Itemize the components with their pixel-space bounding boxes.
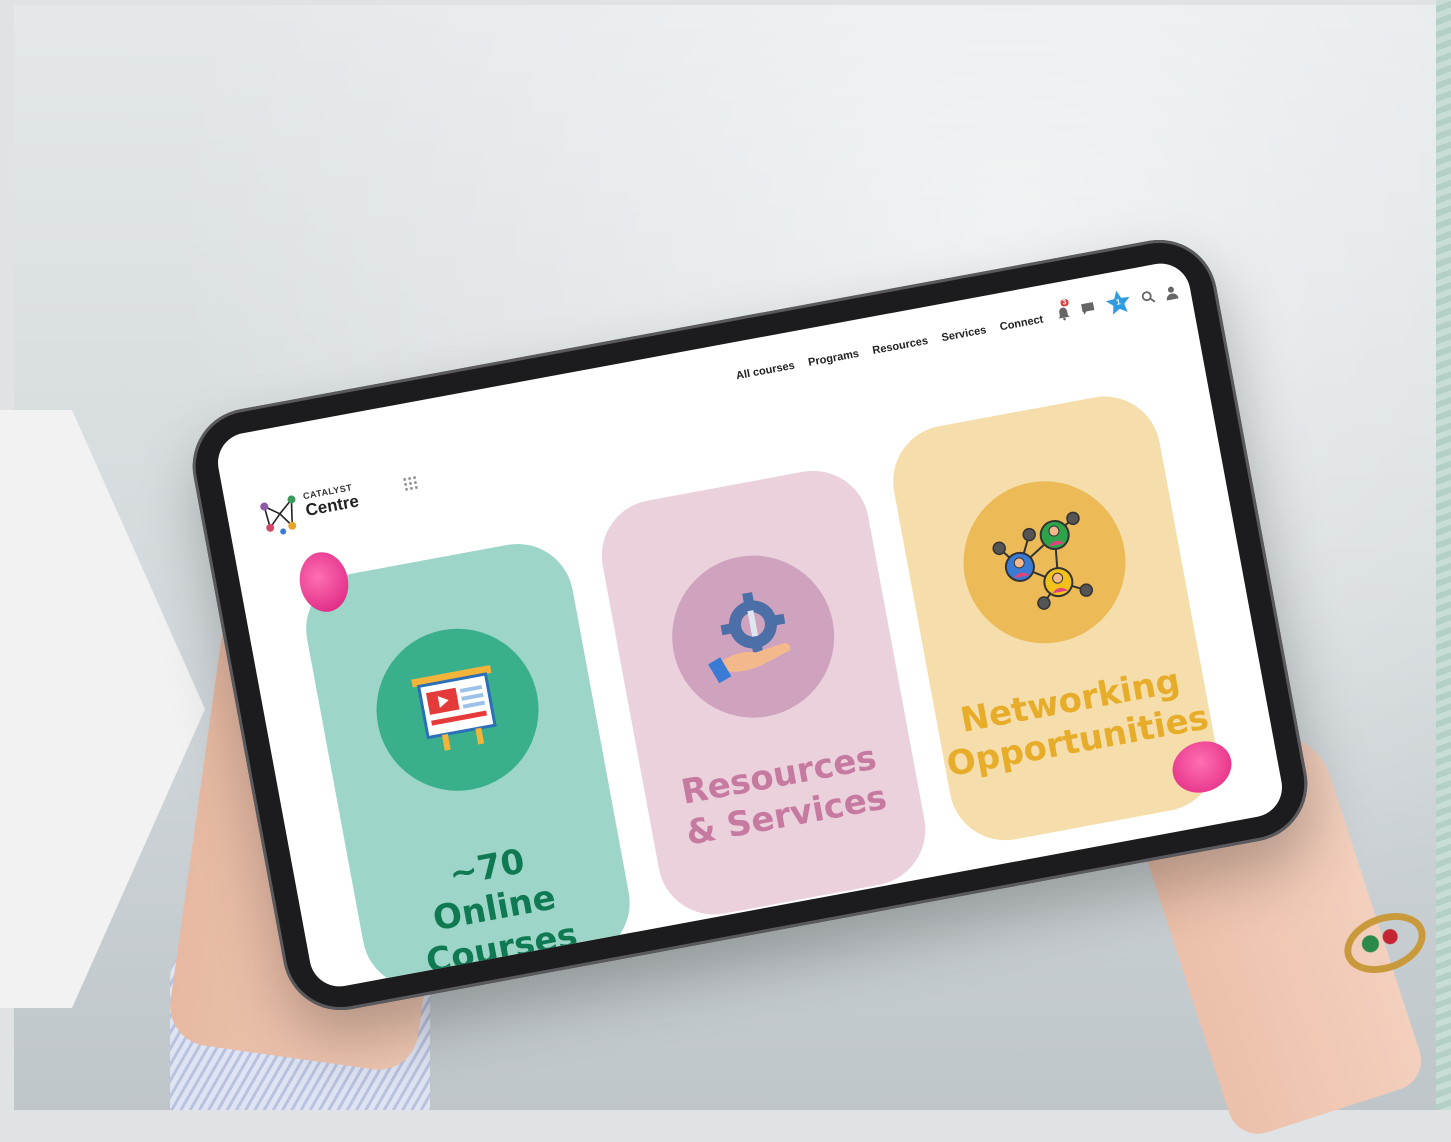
nav-all-courses[interactable]: All courses [735, 360, 796, 383]
catalyst-logo[interactable]: CATALYST Centre [254, 473, 390, 540]
decorative-strip [1436, 0, 1451, 1110]
card-title: Resources & Services [675, 737, 890, 854]
nav-programs[interactable]: Programs [807, 348, 860, 369]
bell-icon [1058, 307, 1070, 321]
search-icon[interactable] [1140, 289, 1156, 305]
nav-services[interactable]: Services [941, 324, 988, 344]
presentation-board-icon [411, 665, 497, 751]
card-icon-circle [658, 542, 848, 732]
main-nav: All courses Programs Resources Services … [735, 314, 1044, 383]
header-icons: 3 1 [1054, 279, 1181, 327]
card-online-courses[interactable]: ~70 Online Courses [296, 534, 639, 992]
apps-grid-icon[interactable] [401, 474, 420, 493]
achievements-button[interactable]: 1 [1103, 287, 1133, 317]
gear-wrench-hand-icon [708, 592, 791, 684]
card-resources-services[interactable]: Resources & Services [592, 461, 935, 924]
chat-icon[interactable] [1079, 300, 1097, 317]
user-icon[interactable] [1163, 284, 1179, 301]
card-icon-circle [363, 615, 552, 805]
card-icon-circle [950, 467, 1139, 657]
nav-resources[interactable]: Resources [872, 335, 930, 357]
network-people-icon [992, 511, 1094, 610]
card-title: Networking Opportunities [936, 657, 1212, 786]
notifications-button[interactable]: 3 [1055, 298, 1071, 321]
nav-connect[interactable]: Connect [999, 314, 1044, 334]
card-title: ~70 Online Courses [408, 834, 581, 982]
network-logo-icon [260, 495, 297, 535]
